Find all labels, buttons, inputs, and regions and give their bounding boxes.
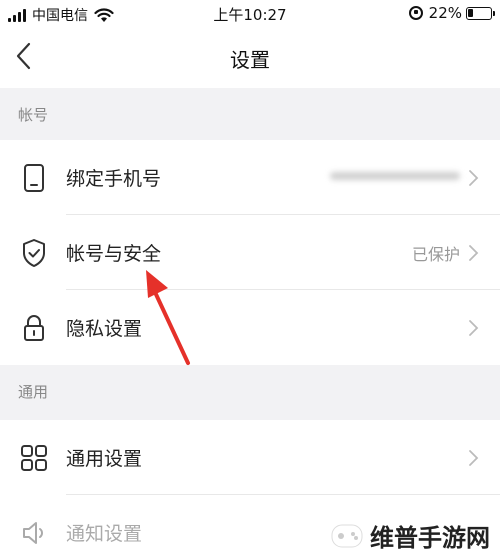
phone-number-blurred: [330, 168, 460, 187]
orientation-lock-icon: [408, 6, 423, 20]
status-bar: 中国电信 上午10:27 22%: [0, 0, 500, 28]
row-label: 通知设置: [66, 523, 143, 545]
row-account-security[interactable]: 帐号与安全 已保护: [0, 215, 500, 290]
row-label: 帐号与安全: [66, 243, 162, 265]
row-privacy-settings[interactable]: 隐私设置: [0, 290, 500, 365]
section-header-general: 通用: [18, 382, 49, 401]
row-label: 绑定手机号: [66, 168, 162, 190]
shield-check-icon: [18, 237, 50, 269]
speaker-icon: [18, 517, 50, 549]
nav-bar: 设置: [0, 28, 500, 88]
page-title: 设置: [230, 48, 270, 72]
battery-fill: [468, 8, 473, 17]
section-header-account: 帐号: [18, 105, 49, 124]
row-label: 隐私设置: [66, 318, 143, 340]
watermark: 维普手游网: [330, 518, 490, 553]
chevron-right-icon: [469, 319, 479, 336]
lock-icon: [18, 312, 50, 344]
battery-icon: [466, 6, 495, 20]
watermark-logo: [331, 524, 363, 547]
row-bind-phone[interactable]: 绑定手机号: [0, 140, 500, 215]
chevron-right-icon: [469, 449, 479, 466]
annotation-arrow: [146, 270, 190, 365]
grid-icon: [18, 442, 50, 474]
battery-percent: 22%: [428, 4, 462, 22]
account-group: 绑定手机号 帐号与安全 已保护 隐私设置: [0, 140, 500, 365]
chevron-right-icon: [469, 169, 479, 186]
security-status: 已保护: [411, 244, 460, 264]
row-general-settings[interactable]: 通用设置: [0, 420, 500, 495]
phone-icon: [18, 162, 50, 194]
watermark-text: 维普手游网: [370, 523, 490, 552]
chevron-right-icon: [469, 244, 479, 261]
row-label: 通用设置: [66, 448, 143, 470]
